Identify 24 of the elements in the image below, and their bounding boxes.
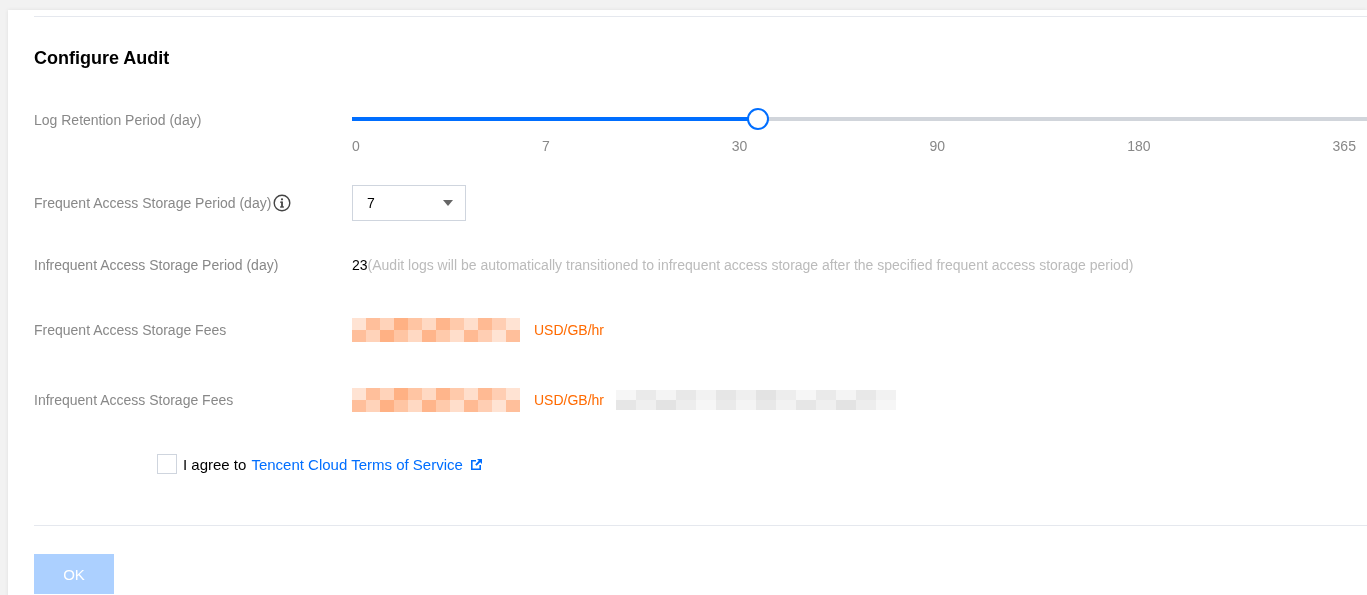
tick-label: 180 [1127, 138, 1151, 154]
hint-text: (Audit logs will be automatically transitioned to infrequent access storage after the specified frequent access storage period) [367, 257, 1134, 273]
slider-thumb[interactable] [747, 108, 769, 130]
field-label: Infrequent Access Storage Fees [34, 392, 235, 408]
price-unit: USD/GB/hr [534, 392, 604, 408]
agreement-text: I agree to [183, 455, 247, 473]
period-value: 23 [352, 257, 368, 273]
tick-label: 90 [929, 138, 946, 154]
external-link-icon[interactable] [469, 457, 483, 471]
dialog-title: Configure Audit [34, 47, 171, 70]
terms-link[interactable]: Tencent Cloud Terms of Service [251, 455, 463, 473]
tick-label: 30 [731, 138, 748, 154]
info-icon [273, 194, 292, 212]
tick-label: 365 [1332, 138, 1356, 154]
period-dropdown[interactable]: 7 [352, 185, 466, 221]
checkbox[interactable] [157, 454, 177, 474]
tick-label: 0 [352, 138, 360, 154]
caret-icon [443, 200, 453, 206]
field-label: Log Retention Period (day) [34, 112, 203, 128]
tick-label: 7 [541, 138, 550, 154]
field-label: Frequent Access Storage Period (day) [34, 195, 272, 211]
price-unit: USD/GB/hr [534, 322, 604, 338]
field-label: Infrequent Access Storage Period (day) [34, 257, 280, 273]
field-label: Frequent Access Storage Fees [34, 322, 228, 338]
